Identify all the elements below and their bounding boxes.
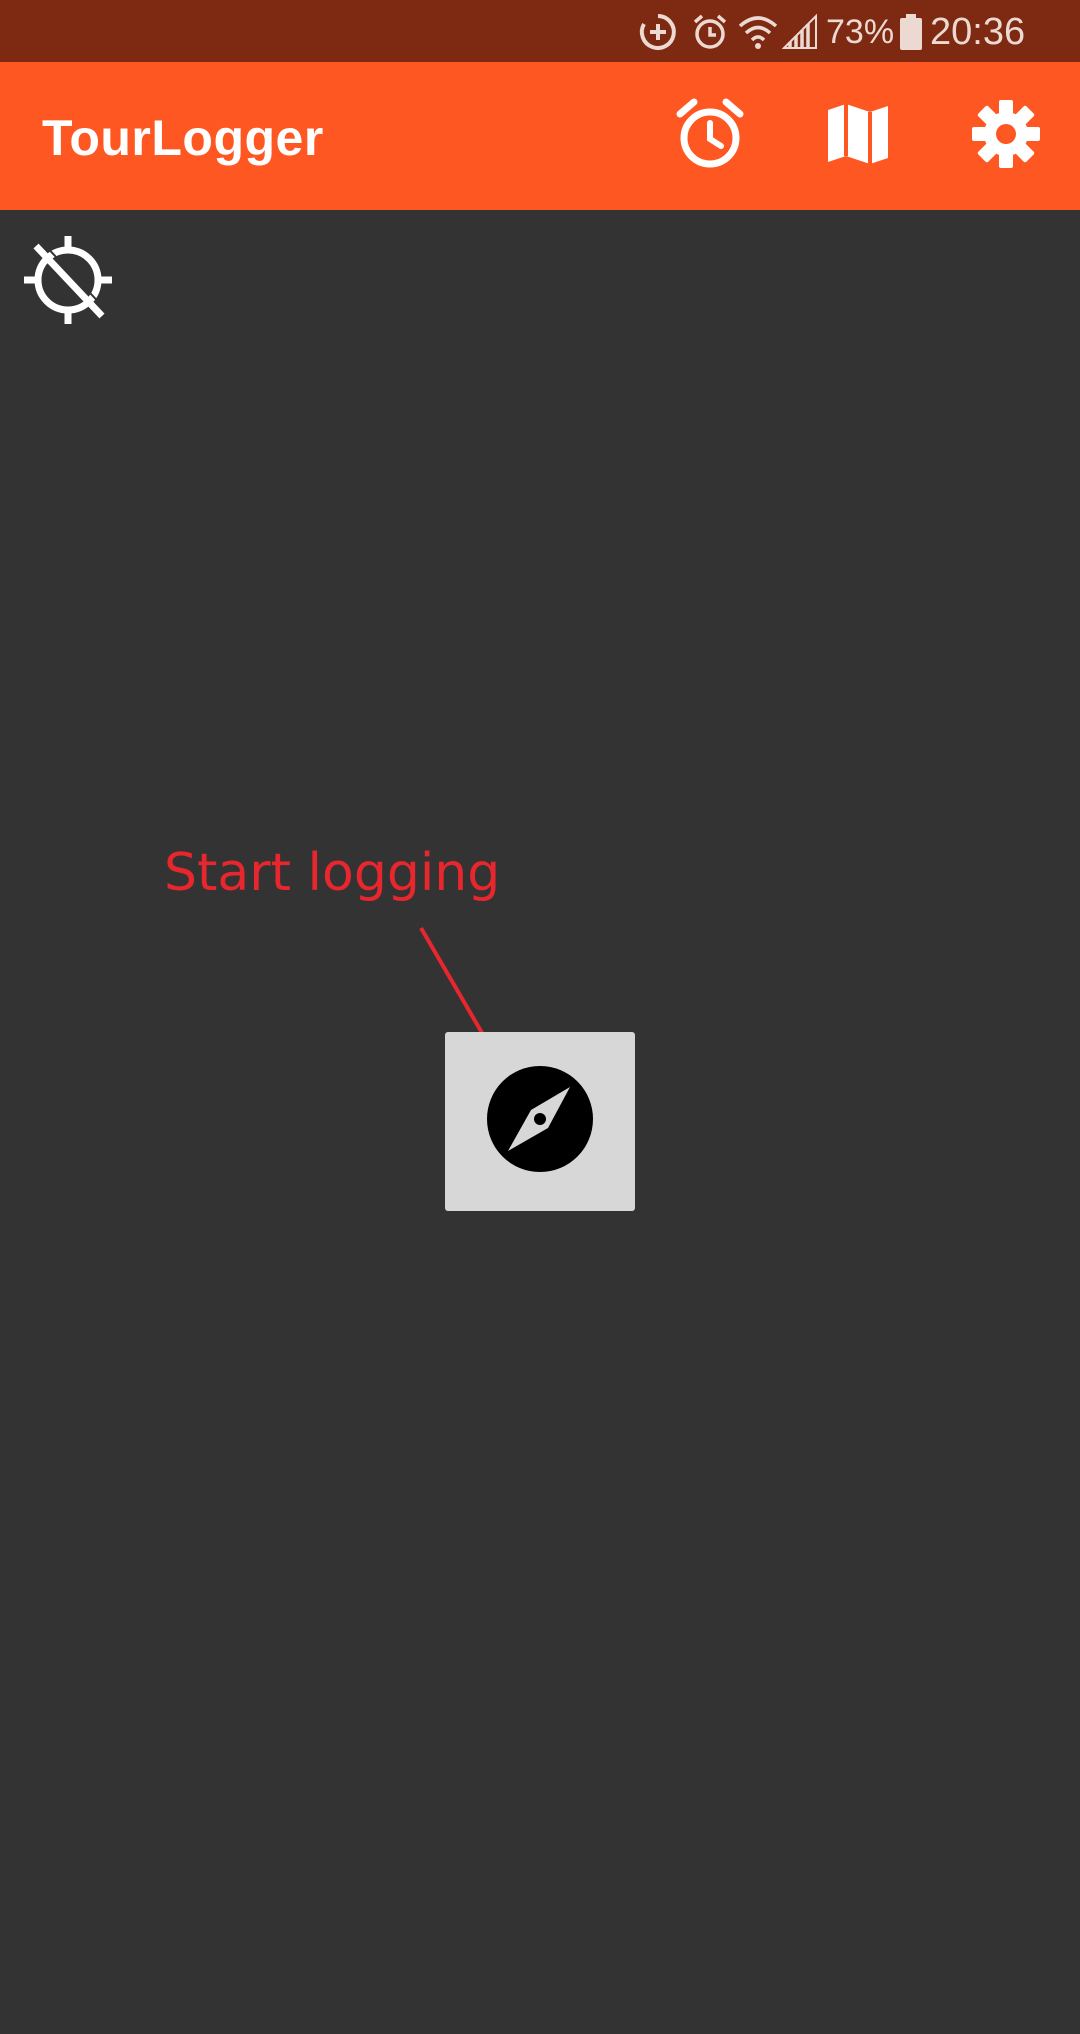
- battery-icon: [898, 12, 924, 52]
- app-title: TourLogger: [42, 110, 324, 166]
- settings-button[interactable]: [966, 96, 1046, 176]
- wifi-icon: [738, 12, 778, 52]
- map-button[interactable]: [818, 96, 898, 176]
- annotation-label: Start logging: [164, 843, 501, 903]
- annotation-arrow-line: [419, 926, 494, 1052]
- settings-gear-icon: [970, 98, 1042, 175]
- compass-icon: [486, 1065, 594, 1178]
- signal-icon: [781, 12, 822, 52]
- battery-percent: 73%: [826, 13, 895, 51]
- gps-off-icon: [20, 232, 116, 328]
- map-icon: [822, 98, 894, 175]
- clock-time: 20:36: [930, 11, 1026, 53]
- alarm-clock-icon: [672, 96, 748, 177]
- status-bar: 73% 20:36: [0, 0, 1080, 62]
- data-saver-icon: [638, 12, 678, 52]
- start-logging-button[interactable]: [445, 1032, 635, 1211]
- app-toolbar: TourLogger: [0, 62, 1080, 210]
- alarm-clock-button[interactable]: [670, 96, 750, 176]
- alarm-icon: [690, 12, 730, 52]
